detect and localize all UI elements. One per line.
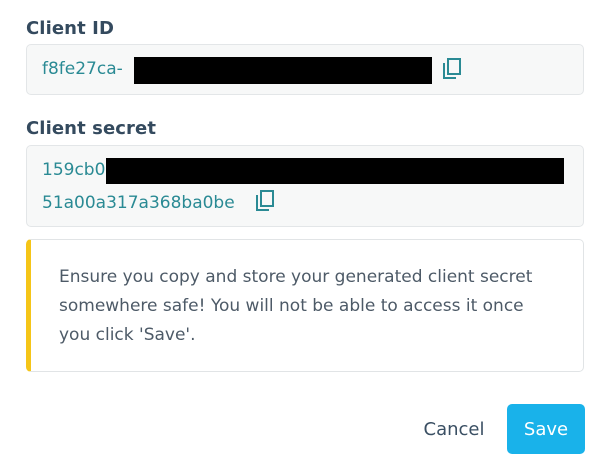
copy-icon[interactable] [441, 57, 463, 81]
notice-text: Ensure you copy and store your generated… [59, 267, 533, 345]
client-id-field: f8fe27ca- [26, 44, 584, 95]
client-id-value: f8fe27ca- [42, 59, 123, 79]
client-id-redaction [134, 57, 432, 84]
save-button[interactable]: Save [507, 404, 585, 454]
client-secret-value-line2: 51a00a317a368ba0be [42, 193, 235, 213]
client-secret-field: 159cb0 51a00a317a368ba0be [26, 145, 584, 227]
client-secret-label: Client secret [26, 118, 157, 139]
copy-icon[interactable] [254, 189, 276, 213]
cancel-button[interactable]: Cancel [412, 404, 496, 454]
client-secret-value-line1: 159cb0 [42, 160, 106, 180]
client-secret-redaction [106, 158, 564, 184]
warning-notice: Ensure you copy and store your generated… [26, 239, 584, 372]
client-id-label: Client ID [26, 18, 114, 39]
